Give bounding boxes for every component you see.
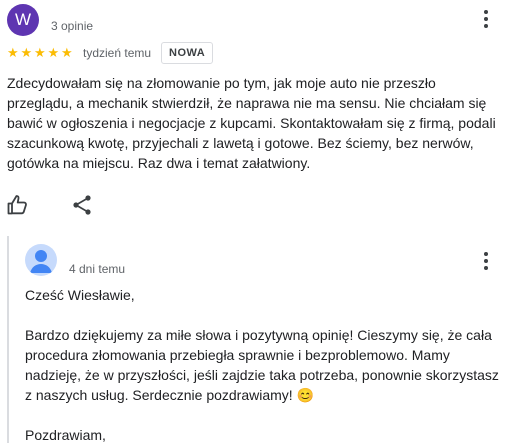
reply-body: Bardzo dziękujemy za miłe słowa i pozyty… [25,327,499,403]
star-icon: ★ [47,45,60,60]
review-time: tydzień temu [83,46,152,60]
star-icon: ★ [61,45,73,60]
reply-more-options-icon[interactable] [474,249,498,273]
review-text: Zdecydowałam się na złomowanie po tym, j… [7,75,496,171]
star-icon: ★ [20,45,33,60]
reply-greeting: Cześć Wiesławie, [25,287,135,303]
reply-time: 4 dni temu [69,262,126,276]
share-icon[interactable] [70,193,94,217]
reply-closing: Pozdrawiam, [25,427,106,443]
new-badge: NOWA [161,42,214,64]
star-rating: ★ ★ ★ ★ ★ [7,46,75,60]
owner-reply: Cześć Wiesławie, Bardzo dziękujemy za mi… [25,285,499,445]
reviewer-review-count: 3 opinie [51,19,94,33]
star-icon: ★ [7,45,19,60]
thumb-up-icon[interactable] [6,193,30,217]
reviewer-avatar[interactable]: W [7,4,39,36]
person-icon [25,244,57,276]
review-more-options-icon[interactable] [474,7,498,31]
reply-divider [7,236,9,443]
star-icon: ★ [34,45,46,60]
